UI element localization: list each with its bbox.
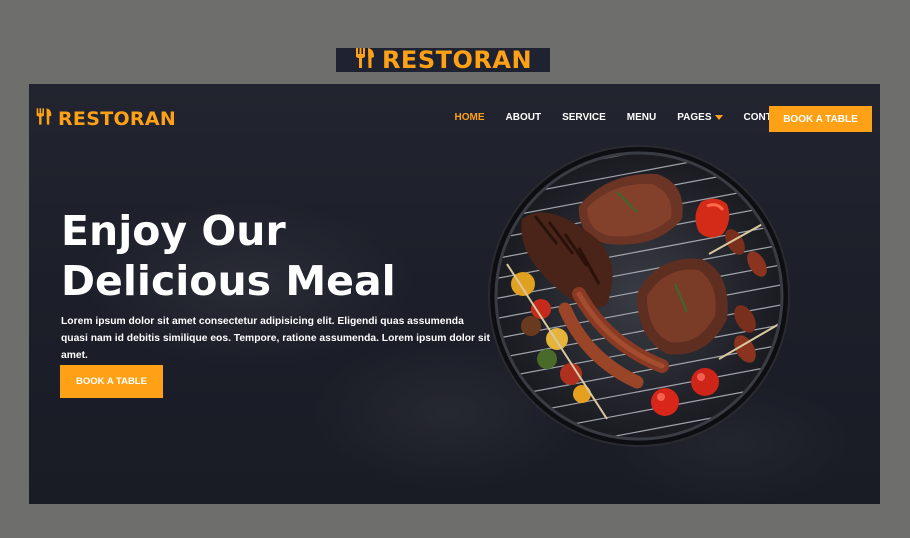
nav-item-service[interactable]: SERVICE [552, 112, 617, 123]
caret-down-icon [714, 115, 723, 120]
hero-book-table-button[interactable]: BOOK A TABLE [60, 365, 163, 398]
navbar-book-table-button[interactable]: BOOK A TABLE [769, 106, 872, 132]
bbq-grill-image [487, 144, 791, 448]
nav-item-about[interactable]: ABOUT [495, 112, 552, 123]
utensils-icon [354, 47, 376, 74]
hero-headline-line2: Delicious Meal [61, 257, 396, 305]
hero-headline: Enjoy Our Delicious Meal [61, 206, 481, 306]
nav-item-pages-label: PAGES [677, 112, 712, 123]
nav-item-home[interactable]: HOME [444, 112, 495, 123]
navbar-logo-text: RESTORAN [58, 108, 177, 130]
top-logo-text: RESTORAN [381, 46, 533, 74]
utensils-icon [35, 107, 53, 131]
main-nav: HOME ABOUT SERVICE MENU PAGES CONTACT [444, 112, 802, 123]
hero-lead-text: Lorem ipsum dolor sit amet consectetur a… [61, 316, 490, 361]
top-logo: RESTORAN [336, 46, 550, 74]
navbar-logo[interactable]: RESTORAN [35, 107, 176, 131]
hero-section: RESTORAN HOME ABOUT SERVICE MENU PAGES C… [29, 84, 880, 504]
nav-item-pages[interactable]: PAGES [667, 112, 733, 123]
hero-headline-line1: Enjoy Our [61, 207, 286, 255]
nav-item-menu[interactable]: MENU [616, 112, 666, 123]
